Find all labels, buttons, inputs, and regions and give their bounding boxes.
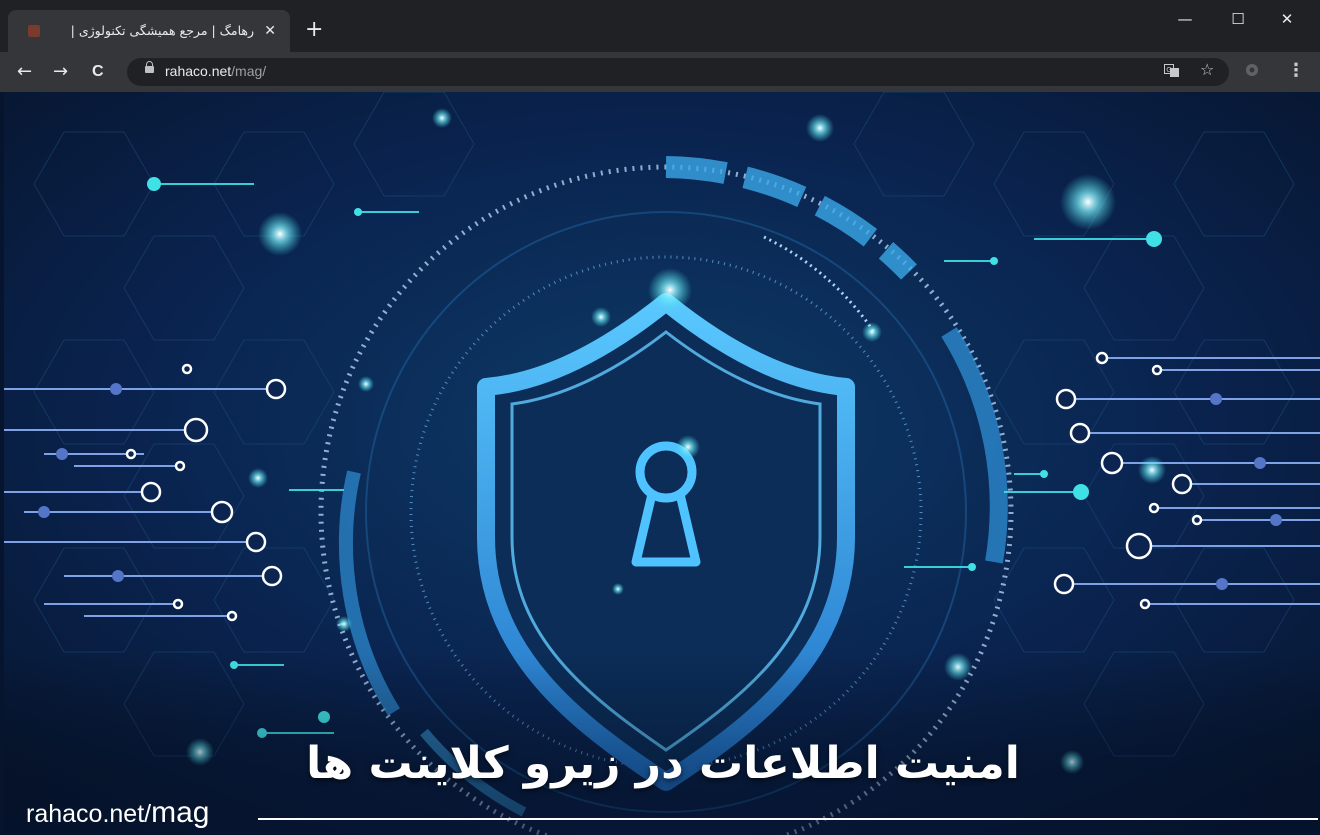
url-text[interactable]: rahaco.net/mag/ bbox=[165, 63, 266, 79]
window-close-button[interactable]: ✕ bbox=[1264, 8, 1310, 38]
hero-image bbox=[4, 92, 1320, 835]
site-watermark: rahaco.net/mag bbox=[26, 796, 209, 830]
cybersecurity-illustration bbox=[4, 92, 1320, 835]
translate-icon[interactable]: G bbox=[1164, 64, 1180, 82]
minimize-button[interactable]: — bbox=[1162, 8, 1208, 38]
new-tab-button[interactable]: + bbox=[305, 19, 323, 41]
browser-tab[interactable]: ✕ رهامگ | مرجع همیشگی تکنولوژی | bbox=[8, 10, 290, 52]
star-icon[interactable]: ☆ bbox=[1200, 60, 1214, 79]
watermark-section: mag bbox=[151, 796, 210, 829]
lock-icon[interactable] bbox=[145, 61, 154, 73]
menu-icon[interactable]: ⋮ bbox=[1287, 60, 1305, 81]
reload-button[interactable]: C bbox=[92, 62, 104, 82]
back-button[interactable]: ← bbox=[17, 62, 32, 82]
tab-title: رهامگ | مرجع همیشگی تکنولوژی | bbox=[70, 23, 254, 38]
watermark-domain: rahaco.net/ bbox=[26, 800, 152, 828]
address-bar[interactable] bbox=[127, 58, 1229, 86]
favicon-icon bbox=[28, 25, 40, 37]
url-path: /mag/ bbox=[231, 63, 267, 79]
watermark-underline bbox=[258, 818, 1318, 820]
maximize-button[interactable]: ☐ bbox=[1215, 8, 1261, 38]
tab-close-icon[interactable]: ✕ bbox=[264, 23, 276, 39]
forward-button[interactable]: → bbox=[53, 62, 68, 82]
browser-title-bar: ✕ رهامگ | مرجع همیشگی تکنولوژی | + — ☐ ✕ bbox=[0, 0, 1320, 52]
url-domain: rahaco.net bbox=[165, 63, 232, 79]
svg-text:G: G bbox=[1166, 66, 1171, 74]
article-headline: امنیت اطلاعات در زیرو کلاینت ها bbox=[306, 738, 1020, 789]
extension-icon[interactable] bbox=[1244, 62, 1260, 82]
